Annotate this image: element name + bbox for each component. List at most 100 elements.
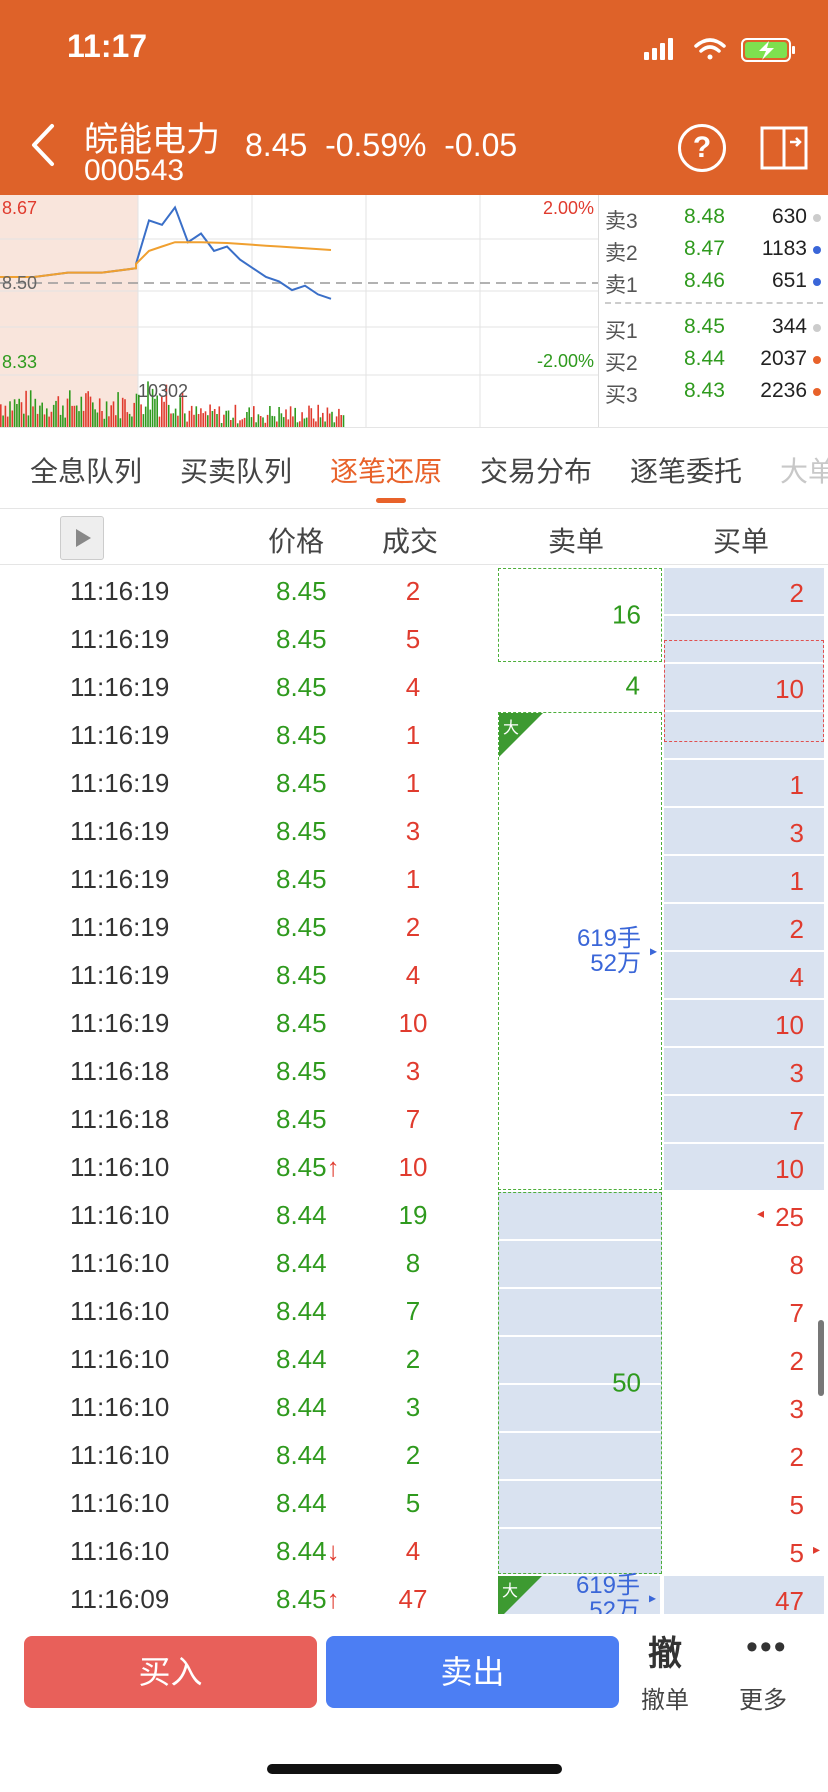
table-row[interactable]: 11:16:19 8.45 2 [0, 902, 828, 950]
quote-panel: 8.67 8.50 8.33 2.00% -2.00% 10302 卖3 8.48… [0, 195, 828, 427]
table-row[interactable]: 11:16:10 8.44 8 [0, 1238, 828, 1286]
tab-5[interactable]: 大单 [780, 450, 828, 490]
table-row[interactable]: 11:16:19 8.45 1 [0, 710, 828, 758]
table-row[interactable]: 11:16:19 8.45 4 [0, 950, 828, 998]
table-row[interactable]: 11:16:10 8.44 5 [0, 1478, 828, 1526]
table-row[interactable]: 11:16:10 8.45↑ 10 [0, 1142, 828, 1190]
orderbook-row[interactable]: 卖2 8.47 1183 [599, 233, 828, 265]
volume-bar [230, 420, 232, 427]
volume-bar [328, 413, 331, 427]
volume-bar [23, 413, 25, 427]
volume-bar [234, 404, 237, 427]
volume-bar [331, 411, 333, 427]
cancel-order-button[interactable]: 撤单 [641, 1680, 689, 1715]
help-icon[interactable]: ? [678, 124, 726, 172]
orderbook-price: 8.43 [684, 379, 725, 402]
trade-price: 8.45 [276, 1056, 327, 1087]
trade-volume: 4 [405, 1536, 421, 1566]
orderbook-row[interactable]: 买2 8.44 2037 [599, 343, 828, 375]
volume-bar [154, 398, 156, 427]
trade-volume: 4 [405, 960, 421, 990]
back-icon[interactable] [28, 122, 58, 168]
orderbook-row[interactable]: 买1 8.45 344 [599, 311, 828, 343]
volume-bar [48, 416, 50, 427]
trade-time: 11:16:09 [70, 1584, 170, 1614]
home-indicator[interactable] [267, 1764, 562, 1774]
trade-volume: 3 [405, 1056, 421, 1086]
volume-bar [39, 405, 41, 427]
volume-bar [131, 416, 133, 427]
volume-bar [124, 399, 126, 427]
ref-mid-label: 8.50 [2, 273, 37, 293]
trade-volume: 1 [405, 864, 421, 894]
volume-bar [71, 405, 73, 427]
trade-price: 8.44↓ [276, 1536, 340, 1567]
more-button[interactable]: 更多 [739, 1680, 787, 1715]
volume-bar [213, 409, 216, 427]
table-row[interactable]: 11:16:19 8.45 3 [0, 806, 828, 854]
volume-bar [163, 401, 165, 427]
orderbook-volume: 630 [771, 205, 807, 228]
table-row[interactable]: 11:16:09 8.45↑ 47 [0, 1574, 828, 1614]
trade-time: 11:16:10 [70, 1200, 170, 1230]
volume-bar [64, 417, 66, 427]
table-row[interactable]: 11:16:18 8.45 3 [0, 1046, 828, 1094]
table-row[interactable]: 11:16:10 8.44 19 [0, 1190, 828, 1238]
intraday-chart[interactable]: 8.67 8.50 8.33 2.00% -2.00% 10302 [0, 195, 598, 427]
trade-time: 11:16:19 [70, 816, 170, 846]
volume-bar [285, 409, 287, 427]
orderbook-row[interactable]: 卖1 8.46 651 [599, 265, 828, 297]
tab-1[interactable]: 买卖队列 [180, 450, 292, 490]
table-row[interactable]: 11:16:19 8.45 1 [0, 758, 828, 806]
trade-price-value: 8.45 [276, 720, 327, 750]
play-button[interactable] [60, 516, 104, 560]
switch-view-icon[interactable] [760, 124, 808, 172]
trade-direction-icon: ↑ [326, 1584, 340, 1614]
trade-price-value: 8.44 [276, 1344, 327, 1374]
trade-volume: 5 [405, 624, 421, 654]
table-row[interactable]: 11:16:19 8.45 5 [0, 614, 828, 662]
volume-bar [172, 413, 175, 427]
table-row[interactable]: 11:16:10 8.44 2 [0, 1430, 828, 1478]
trade-time: 11:16:19 [70, 576, 170, 606]
table-row[interactable]: 11:16:19 8.45 4 [0, 662, 828, 710]
table-row[interactable]: 11:16:19 8.45 10 [0, 998, 828, 1046]
volume-bar [57, 396, 60, 427]
cancel-order-icon[interactable]: 撤 [648, 1626, 682, 1675]
pct-low-label: -2.00% [537, 351, 594, 371]
table-row[interactable]: 11:16:10 8.44 3 [0, 1382, 828, 1430]
volume-bar [190, 405, 193, 427]
table-row[interactable]: 11:16:10 8.44↓ 4 [0, 1526, 828, 1574]
tab-3[interactable]: 交易分布 [480, 450, 592, 490]
volume-bar [89, 396, 92, 427]
orderbook-row[interactable]: 卖3 8.48 630 [599, 201, 828, 233]
buy-button[interactable]: 买入 [24, 1636, 317, 1708]
more-icon[interactable]: ••• [746, 1628, 788, 1667]
trade-price: 8.45 [276, 816, 327, 847]
trade-price: 8.45 [276, 912, 327, 943]
table-header: 价格 成交 卖单 买单 [0, 508, 828, 565]
tab-2[interactable]: 逐笔还原 [330, 450, 442, 490]
trade-time: 11:16:19 [70, 672, 170, 702]
table-row[interactable]: 11:16:10 8.44 7 [0, 1286, 828, 1334]
tab-4[interactable]: 逐笔委托 [630, 450, 742, 490]
table-row[interactable]: 11:16:10 8.44 2 [0, 1334, 828, 1382]
trade-time: 11:16:10 [70, 1344, 170, 1374]
volume-bar [301, 412, 303, 427]
table-row[interactable]: 11:16:18 8.45 7 [0, 1094, 828, 1142]
trade-time: 11:16:18 [70, 1056, 170, 1086]
scrollbar[interactable] [818, 1320, 824, 1396]
trade-price-value: 8.45 [276, 768, 327, 798]
tab-0[interactable]: 全息队列 [30, 450, 142, 490]
table-row[interactable]: 11:16:19 8.45 1 [0, 854, 828, 902]
trade-price: 8.45 [276, 672, 327, 703]
volume-bar [250, 417, 253, 427]
sell-button[interactable]: 卖出 [326, 1636, 619, 1708]
col-price: 价格 [268, 526, 325, 557]
trade-price-value: 8.44 [276, 1392, 327, 1422]
trade-list[interactable]: 16 4 大 619手 52万 ▸ 50 大 619手 52万 ▸ 2 10 1 3 1 2 4 10 3 7 10 2… [0, 566, 828, 1614]
volume-bar [239, 420, 241, 427]
table-row[interactable]: 11:16:19 8.45 2 [0, 566, 828, 614]
trade-price: 8.44 [276, 1392, 327, 1423]
orderbook-row[interactable]: 买3 8.43 2236 [599, 375, 828, 407]
